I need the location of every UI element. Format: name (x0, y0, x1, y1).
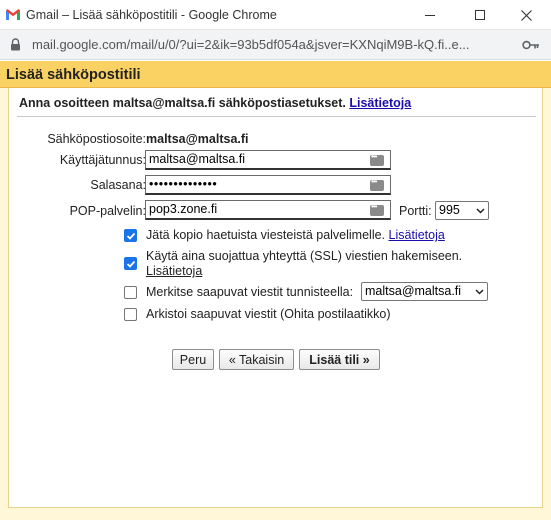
window-title: Gmail – Lisää sähköpostitili - Google Ch… (26, 8, 277, 22)
archive-checkbox[interactable] (124, 308, 137, 321)
port-label: Portti: (399, 204, 432, 218)
archive-label: Arkistoi saapuvat viestit (Ohita postila… (146, 307, 391, 321)
back-button[interactable]: « Takaisin (219, 349, 294, 370)
keep-copy-option: Jätä kopio haetuista viesteistä palvelim… (146, 228, 445, 242)
username-label: Käyttäjätunnus: (59, 153, 146, 167)
dialog-panel: Anna osoitteen maltsa@maltsa.fi sähköpos… (0, 88, 551, 520)
label-select[interactable]: maltsa@maltsa.fi (361, 282, 488, 301)
label-select-value: maltsa@maltsa.fi (365, 284, 462, 298)
maximize-button[interactable] (460, 4, 500, 26)
keep-copy-learn-more-link[interactable]: Lisätietoja (389, 228, 445, 242)
keep-copy-checkbox[interactable] (124, 229, 137, 242)
gmail-icon (6, 9, 20, 20)
ssl-checkbox[interactable] (124, 257, 137, 270)
ssl-label: Käytä aina suojattua yhteyttä (SSL) vies… (146, 249, 463, 263)
keep-copy-label: Jätä kopio haetuista viesteistä palvelim… (146, 228, 386, 242)
url-text[interactable]: mail.google.com/mail/u/0/?ui=2&ik=93b5df… (32, 37, 514, 52)
close-icon (520, 9, 532, 21)
chevron-down-icon (476, 208, 485, 214)
checkmark-icon (126, 232, 136, 240)
pop-server-label: POP-palvelin: (69, 204, 146, 218)
port-select[interactable]: 995 (435, 201, 489, 220)
password-manager-icon[interactable] (370, 202, 384, 216)
dialog-header: Lisää sähköpostitili (0, 61, 551, 88)
port-value: 995 (439, 203, 460, 217)
intro-text: Anna osoitteen maltsa@maltsa.fi sähköpos… (19, 96, 411, 110)
window-title-bar: Gmail – Lisää sähköpostitili - Google Ch… (0, 0, 551, 30)
add-account-button[interactable]: Lisää tili » (299, 349, 380, 370)
intro-label: Anna osoitteen maltsa@maltsa.fi sähköpos… (19, 96, 346, 110)
key-icon[interactable] (522, 39, 540, 51)
checkmark-icon (126, 260, 136, 268)
address-bar: mail.google.com/mail/u/0/?ui=2&ik=93b5df… (0, 30, 551, 60)
chevron-down-icon (475, 289, 484, 295)
password-field[interactable]: •••••••••••••• (145, 175, 391, 195)
ssl-learn-more-link[interactable]: Lisätietoja (146, 264, 202, 278)
settings-form: Anna osoitteen maltsa@maltsa.fi sähköpos… (8, 88, 543, 508)
email-label: Sähköpostiosoite: (47, 132, 146, 146)
cancel-button[interactable]: Peru (172, 349, 214, 370)
minimize-icon (425, 14, 435, 16)
pop-server-field[interactable]: pop3.zone.fi (145, 200, 391, 220)
maximize-icon (475, 10, 485, 20)
dialog-title: Lisää sähköpostitili (6, 67, 141, 83)
minimize-button[interactable] (410, 4, 450, 26)
username-field[interactable]: maltsa@maltsa.fi (145, 150, 391, 170)
password-manager-icon[interactable] (370, 152, 384, 166)
divider (17, 116, 536, 117)
intro-learn-more-link[interactable]: Lisätietoja (349, 96, 411, 110)
password-label: Salasana: (90, 178, 146, 192)
lock-icon[interactable] (10, 38, 21, 51)
email-value: maltsa@maltsa.fi (146, 132, 249, 146)
label-incoming-checkbox[interactable] (124, 286, 137, 299)
password-manager-icon[interactable] (370, 177, 384, 191)
label-incoming-label: Merkitse saapuvat viestit tunnisteella: (146, 285, 354, 299)
close-button[interactable] (506, 4, 546, 26)
